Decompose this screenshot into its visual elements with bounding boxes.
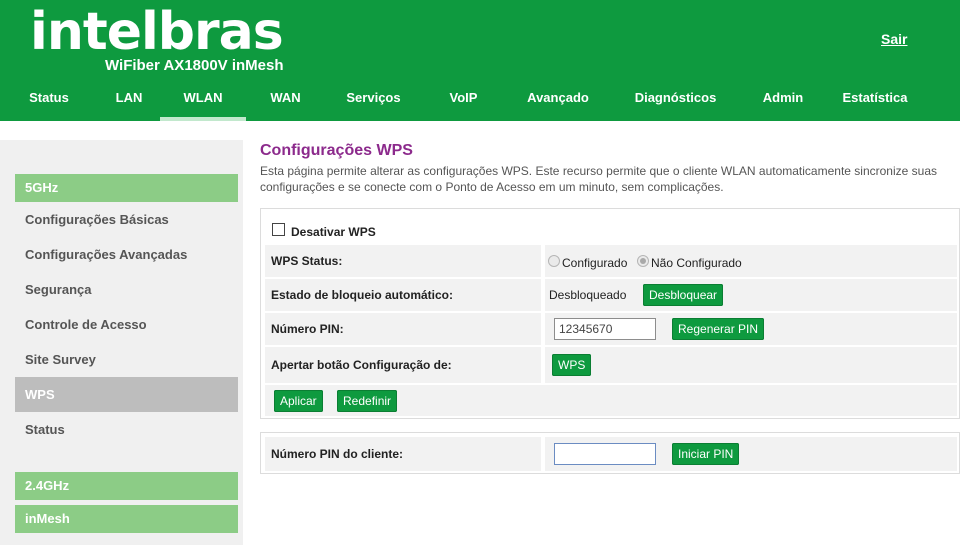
- status-configured-radio[interactable]: [548, 255, 560, 267]
- row-divider: [541, 347, 545, 383]
- status-not-configured-radio[interactable]: [637, 255, 649, 267]
- row-divider: [541, 437, 545, 471]
- page-description: Esta página permite alterar as configura…: [260, 164, 937, 194]
- wps-status-label: WPS Status:: [271, 254, 343, 268]
- unlock-button[interactable]: Desbloquear: [643, 284, 724, 306]
- pin-row: Número PIN: 12345670 Regenerar PIN: [265, 313, 957, 345]
- autolock-row: Estado de bloqueio automático: Desbloque…: [265, 279, 957, 311]
- row-divider: [541, 245, 545, 277]
- logout-link[interactable]: Sair: [881, 31, 907, 47]
- sidebar-item-site-survey[interactable]: Site Survey: [15, 342, 238, 377]
- client-pin-input[interactable]: [554, 443, 656, 465]
- sidebar-item-wps[interactable]: WPS: [15, 377, 238, 412]
- sidebar: 5GHz Configurações Básicas Configurações…: [0, 140, 243, 545]
- sidebar-section-5ghz[interactable]: 5GHz: [15, 174, 238, 202]
- start-pin-button[interactable]: Iniciar PIN: [672, 443, 740, 465]
- regenerate-pin-button[interactable]: Regenerar PIN: [672, 318, 765, 340]
- disable-wps-row: Desativar WPS: [265, 213, 957, 245]
- wps-push-button[interactable]: WPS: [552, 354, 592, 376]
- nav-tab-status[interactable]: Status: [0, 80, 98, 121]
- brand-logo: intelbras: [30, 2, 284, 62]
- nav-tab-voip[interactable]: VoIP: [422, 80, 505, 121]
- actions-row: Aplicar Redefinir: [265, 385, 957, 416]
- reset-button[interactable]: Redefinir: [337, 390, 398, 412]
- sidebar-item-advanced-config[interactable]: Configurações Avançadas: [15, 237, 238, 272]
- nav-tab-avancado[interactable]: Avançado: [505, 80, 611, 121]
- push-button-row: Apertar botão Configuração de: WPS: [265, 347, 957, 383]
- nav-tab-servicos[interactable]: Serviços: [325, 80, 422, 121]
- autolock-value: Desbloqueado: [549, 288, 627, 302]
- model-name: WiFiber AX1800V inMesh: [105, 57, 284, 74]
- apply-button[interactable]: Aplicar: [274, 390, 323, 412]
- sidebar-item-status[interactable]: Status: [15, 412, 238, 447]
- nav-tab-wlan[interactable]: WLAN: [160, 80, 246, 121]
- status-configured-label: Configurado: [562, 256, 628, 270]
- sidebar-item-basic-config[interactable]: Configurações Básicas: [15, 202, 238, 237]
- disable-wps-label: Desativar WPS: [291, 225, 376, 239]
- pin-label: Número PIN:: [271, 322, 344, 336]
- row-divider: [541, 279, 545, 311]
- client-pin-row: Número PIN do cliente: Iniciar PIN: [265, 437, 957, 471]
- wps-settings-panel: Desativar WPS WPS Status: Configurado Nã…: [260, 208, 960, 419]
- top-header: intelbras WiFiber AX1800V inMesh Sair St…: [0, 0, 960, 121]
- client-pin-panel: Número PIN do cliente: Iniciar PIN: [260, 432, 960, 474]
- autolock-label: Estado de bloqueio automático:: [271, 288, 454, 302]
- main-nav: Status LAN WLAN WAN Serviços VoIP Avança…: [0, 80, 960, 121]
- nav-tab-lan[interactable]: LAN: [98, 80, 160, 121]
- client-pin-label: Número PIN do cliente:: [271, 447, 404, 461]
- page-title: Configurações WPS: [260, 142, 413, 159]
- wps-status-row: WPS Status: Configurado Não Configurado: [265, 245, 957, 277]
- sidebar-item-security[interactable]: Segurança: [15, 272, 238, 307]
- nav-tab-estatistica[interactable]: Estatística: [826, 80, 924, 121]
- disable-wps-checkbox[interactable]: [272, 223, 285, 236]
- nav-tab-wan[interactable]: WAN: [246, 80, 325, 121]
- status-not-configured-label: Não Configurado: [651, 256, 742, 270]
- pin-input[interactable]: 12345670: [554, 318, 656, 340]
- nav-tab-diagnosticos[interactable]: Diagnósticos: [611, 80, 740, 121]
- row-divider: [541, 313, 545, 345]
- sidebar-section-24ghz[interactable]: 2.4GHz: [15, 472, 238, 500]
- nav-tab-admin[interactable]: Admin: [740, 80, 826, 121]
- sidebar-item-access-control[interactable]: Controle de Acesso: [15, 307, 238, 342]
- push-button-label: Apertar botão Configuração de:: [271, 358, 452, 372]
- sidebar-section-inmesh[interactable]: inMesh: [15, 505, 238, 533]
